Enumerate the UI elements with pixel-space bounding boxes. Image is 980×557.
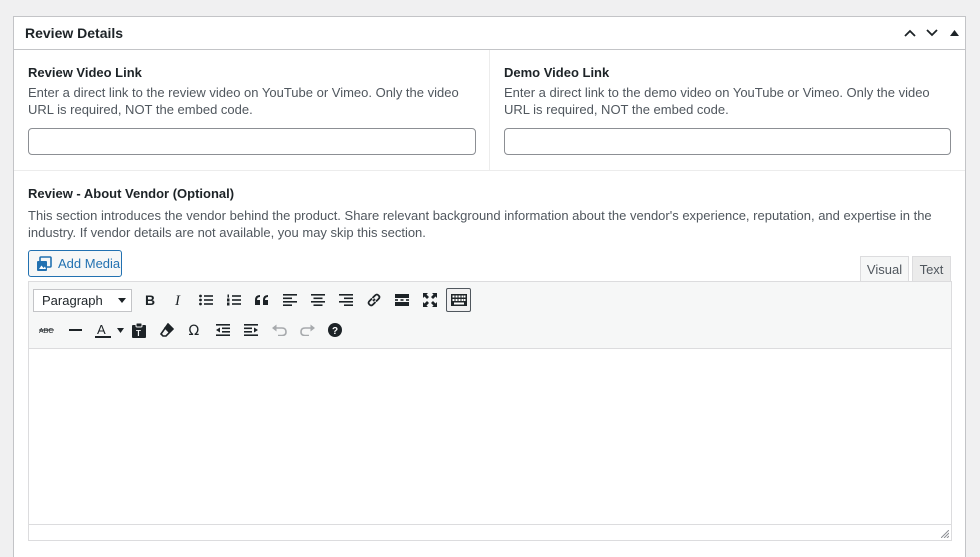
keyboard-shortcuts-button[interactable]: ? <box>321 318 349 342</box>
svg-text:?: ? <box>332 326 338 337</box>
outdent-icon <box>216 324 230 336</box>
italic-button[interactable]: I <box>164 288 192 312</box>
blockquote-button[interactable] <box>248 288 276 312</box>
metabox-header: Review Details <box>14 17 965 50</box>
format-select-value: Paragraph <box>42 292 103 308</box>
link-icon <box>367 293 381 307</box>
editor-toolbar: Paragraph B I ABC A T Ω ? <box>29 282 951 349</box>
editor-content-area[interactable] <box>29 349 951 525</box>
metabox-controls <box>899 17 965 49</box>
caret-down-icon <box>117 327 124 333</box>
italic-icon: I <box>174 293 181 307</box>
align-center-button[interactable] <box>304 288 332 312</box>
horizontal-line-icon <box>68 329 82 331</box>
redo-icon <box>299 324 315 336</box>
bold-button[interactable]: B <box>136 288 164 312</box>
read-more-button[interactable] <box>388 288 416 312</box>
review-video-description: Enter a direct link to the review video … <box>28 85 459 117</box>
vendor-editor: Paragraph B I ABC A T Ω ? <box>28 281 952 541</box>
media-icon <box>37 255 52 271</box>
decrease-indent-button[interactable] <box>209 318 237 342</box>
chevron-down-icon <box>926 29 938 37</box>
video-links-row: Review Video Link Enter a direct link to… <box>14 50 965 171</box>
tab-visual[interactable]: Visual <box>860 256 909 282</box>
text-color-button[interactable]: A <box>89 318 125 342</box>
numbered-list-icon <box>227 294 241 306</box>
vendor-section-label: Review - About Vendor (Optional) <box>28 186 235 201</box>
numbered-list-button[interactable] <box>220 288 248 312</box>
text-color-icon: A <box>95 323 111 338</box>
undo-button[interactable] <box>265 318 293 342</box>
quote-icon <box>255 295 268 305</box>
clipboard-icon: T <box>132 322 146 338</box>
caret-up-icon <box>949 30 959 36</box>
format-select[interactable]: Paragraph <box>33 288 132 312</box>
svg-text:ABC: ABC <box>39 328 53 335</box>
toggle-panel-button[interactable] <box>943 17 965 50</box>
toolbar-toggle-button[interactable] <box>446 288 471 312</box>
undo-icon <box>271 324 287 336</box>
fullscreen-button[interactable] <box>416 288 444 312</box>
move-up-button[interactable] <box>899 17 921 50</box>
indent-icon <box>244 324 258 336</box>
align-center-icon <box>311 294 325 306</box>
fullscreen-icon <box>423 293 437 307</box>
demo-video-description: Enter a direct link to the demo video on… <box>504 85 930 117</box>
resize-handle-icon[interactable] <box>941 530 949 538</box>
svg-text:B: B <box>145 293 155 307</box>
review-details-metabox: Review Details Review Video Link Enter a… <box>13 16 966 557</box>
move-down-button[interactable] <box>921 17 943 50</box>
insert-link-button[interactable] <box>360 288 388 312</box>
svg-text:A: A <box>97 323 106 337</box>
editor-statusbar <box>29 524 951 540</box>
keyboard-icon <box>450 294 467 306</box>
review-video-label: Review Video Link <box>28 65 142 80</box>
add-media-button[interactable]: Add Media <box>28 250 122 277</box>
bulleted-list-icon <box>199 294 213 306</box>
tab-text[interactable]: Text <box>912 256 951 282</box>
read-more-icon <box>395 294 409 306</box>
review-video-field: Review Video Link Enter a direct link to… <box>14 50 490 170</box>
toolbar-row-1: Paragraph B I <box>33 288 471 312</box>
help-icon: ? <box>328 323 342 337</box>
increase-indent-button[interactable] <box>237 318 265 342</box>
clear-formatting-button[interactable] <box>153 318 181 342</box>
strikethrough-icon: ABC <box>39 328 54 335</box>
add-media-label: Add Media <box>58 256 121 271</box>
caret-down-icon <box>118 297 126 303</box>
redo-button[interactable] <box>293 318 321 342</box>
align-right-button[interactable] <box>332 288 360 312</box>
strikethrough-button[interactable]: ABC <box>33 318 61 342</box>
vendor-section-description: This section introduces the vendor behin… <box>28 208 932 240</box>
omega-icon: Ω <box>189 323 200 337</box>
bold-icon: B <box>145 293 155 307</box>
toolbar-row-2: ABC A T Ω ? <box>33 318 349 342</box>
eraser-icon <box>160 323 174 337</box>
svg-text:T: T <box>136 329 141 338</box>
svg-text:I: I <box>174 293 181 307</box>
horizontal-line-button[interactable] <box>61 318 89 342</box>
align-right-icon <box>339 294 353 306</box>
chevron-up-icon <box>904 29 916 37</box>
review-video-input[interactable] <box>28 128 476 155</box>
demo-video-input[interactable] <box>504 128 951 155</box>
metabox-title: Review Details <box>25 25 124 41</box>
align-left-icon <box>283 294 297 306</box>
bulleted-list-button[interactable] <box>192 288 220 312</box>
paste-as-text-button[interactable]: T <box>125 318 153 342</box>
svg-text:Ω: Ω <box>189 323 200 337</box>
align-left-button[interactable] <box>276 288 304 312</box>
special-character-button[interactable]: Ω <box>181 318 209 342</box>
demo-video-field: Demo Video Link Enter a direct link to t… <box>490 50 965 170</box>
demo-video-label: Demo Video Link <box>504 65 610 80</box>
